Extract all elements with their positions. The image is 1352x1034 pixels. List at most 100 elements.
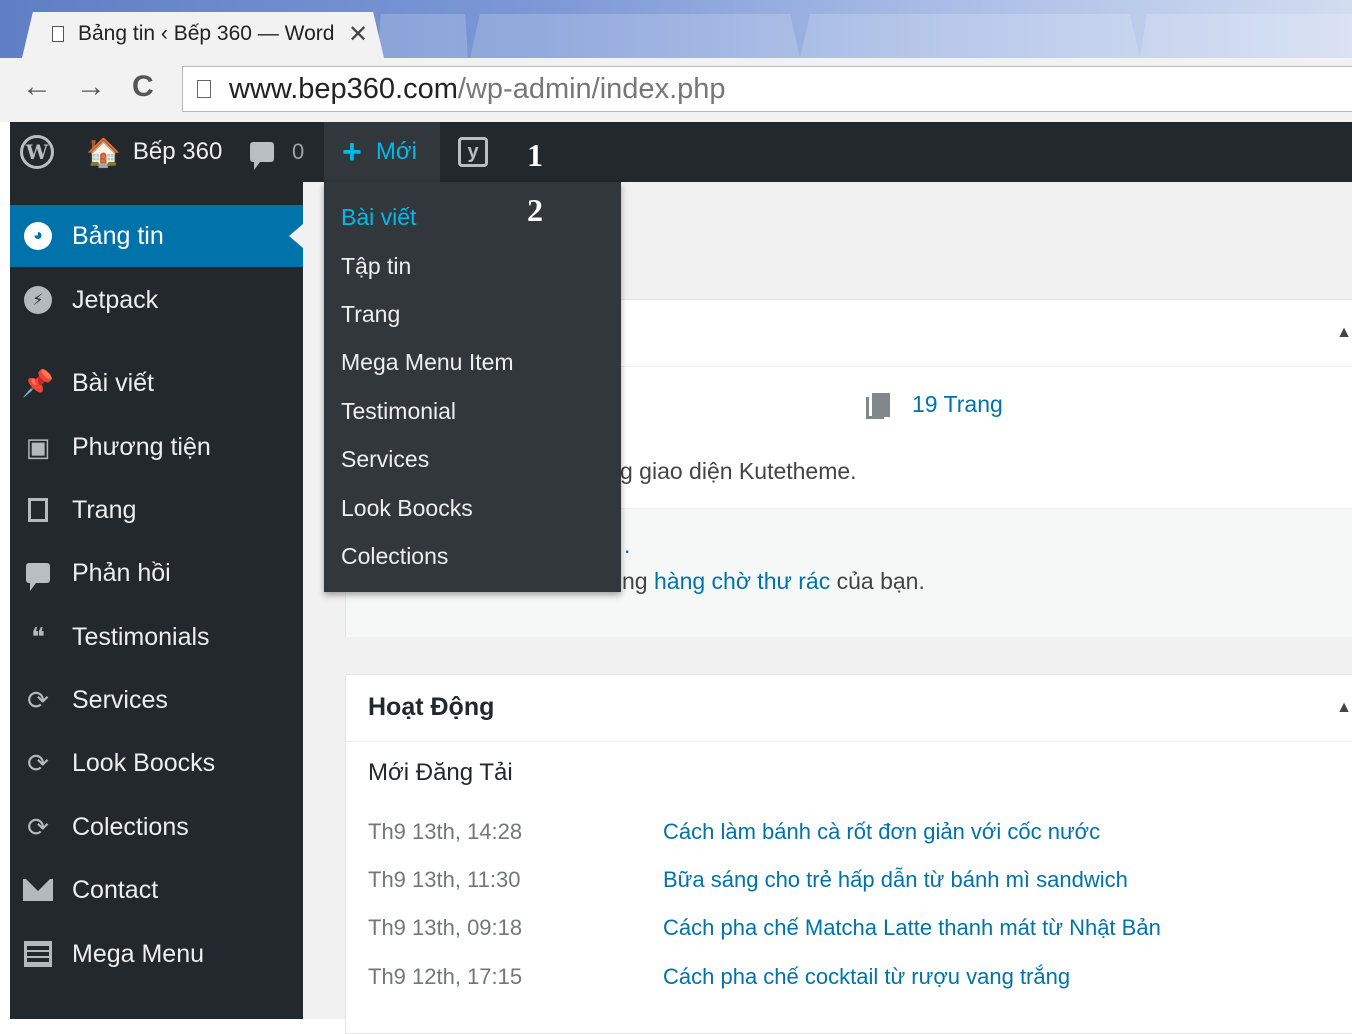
background-tab[interactable] (1140, 14, 1352, 58)
post-link[interactable]: Cách pha chế cocktail từ rượu vang trắng (663, 964, 1070, 990)
sidebar-item-mega-menu[interactable]: Mega Menu (10, 926, 303, 982)
background-tab[interactable] (470, 14, 800, 58)
new-content-button[interactable]: + Mới (324, 122, 440, 182)
active-tab[interactable]: Bảng tin ‹ Bếp 360 — WordPress ✕ (22, 12, 384, 58)
divider (346, 741, 1352, 742)
sidebar-item-label: Bài viết (72, 368, 154, 397)
spam-queue-link[interactable]: hàng chờ thư rác (654, 568, 830, 594)
akismet-link-end[interactable]: . (624, 532, 630, 559)
new-menu-item-look-boocks[interactable]: Look Boocks (341, 495, 473, 522)
reload-icon[interactable]: C (132, 70, 154, 104)
yoast-icon: y (458, 137, 488, 167)
mail-shape (23, 879, 53, 901)
new-menu-item-testimonial[interactable]: Testimonial (341, 398, 456, 425)
post-link[interactable]: Cách làm bánh cà rốt đơn giản với cốc nư… (663, 819, 1100, 845)
site-name: Bếp 360 (132, 138, 223, 165)
tab-title: Bảng tin ‹ Bếp 360 — WordPress (78, 22, 336, 45)
sidebar-item-label: Mega Menu (72, 939, 205, 968)
post-date: Th9 13th, 11:30 (368, 867, 521, 892)
recently-published-title: Mới Đăng Tải (368, 759, 513, 786)
sidebar-item-pages[interactable]: Trang (10, 482, 303, 538)
post-date: Th9 12th, 17:15 (368, 964, 523, 989)
admin-sidebar: ◕ Bảng tin ⚡ Jetpack 📌 Bài viết ▣ Phương… (10, 182, 303, 1019)
post-link[interactable]: Cách pha chế Matcha Latte thanh mát từ N… (663, 915, 1161, 941)
post-link[interactable]: Bữa sáng cho trẻ hấp dẫn từ bánh mì sand… (663, 867, 1128, 893)
site-name-button[interactable]: 🏠 Bếp 360 (86, 122, 222, 182)
wp-admin-bar: W 🏠 Bếp 360 0 + Mới y (10, 122, 1352, 182)
sidebar-item-label: Services (72, 685, 168, 714)
new-menu-item-colections[interactable]: Colections (341, 543, 448, 570)
widget-toggle-icon[interactable]: ▲ (1336, 324, 1352, 342)
sidebar-item-label: Phương tiện (72, 432, 211, 461)
back-arrow-icon[interactable]: ← (22, 70, 52, 104)
close-tab-icon[interactable]: ✕ (348, 20, 368, 49)
wp-logo-button[interactable]: W (20, 122, 54, 182)
sidebar-item-contact[interactable]: Contact (10, 862, 303, 918)
pin-icon: 📌 (21, 367, 55, 398)
url-path: /wp-admin/index.php (457, 73, 726, 105)
sidebar-item-comments[interactable]: Phản hồi (10, 545, 303, 601)
tab-strip: Bảng tin ‹ Bếp 360 — WordPress ✕ (0, 0, 1352, 58)
comment-shape (26, 563, 50, 591)
sidebar-item-label: Contact (72, 875, 159, 904)
address-bar[interactable]: www.bep360.com/wp-admin/index.php (182, 66, 1352, 112)
wordpress-logo-icon: W (20, 135, 54, 169)
new-menu-item-mega-menu-item[interactable]: Mega Menu Item (341, 349, 514, 376)
new-menu-item-services[interactable]: Services (341, 446, 429, 473)
post-date: Th9 13th, 09:18 (368, 915, 523, 940)
sidebar-item-colections[interactable]: ⟳ Colections (10, 799, 303, 855)
background-tab[interactable] (800, 14, 1140, 58)
annotation-number-1: 1 (527, 137, 543, 173)
akismet-info-text: ng hàng chờ thư rác của bạn. (622, 568, 925, 595)
sidebar-item-services[interactable]: ⟳ Services (10, 672, 303, 728)
quote-icon: ❝ (31, 621, 45, 652)
home-icon: 🏠 (86, 136, 121, 168)
media-icon: ▣ (25, 431, 51, 462)
page-icon (52, 26, 64, 42)
comment-count: 0 (292, 139, 305, 164)
new-content-label: Mới (375, 138, 417, 165)
pages-count-link[interactable]: 19 Trang (866, 391, 1003, 419)
comments-button[interactable]: 0 (250, 122, 304, 182)
annotation-number-2: 2 (527, 192, 543, 228)
pages-icon (22, 493, 54, 526)
browser-chrome: Bảng tin ‹ Bếp 360 — WordPress ✕ ← → C w… (0, 0, 1352, 122)
browser-toolbar: ← → C www.bep360.com/wp-admin/index.php (0, 58, 1352, 122)
cycle-icon: ⟳ (27, 747, 49, 778)
activity-title: Hoạt Động (368, 693, 495, 721)
sidebar-item-posts[interactable]: 📌 Bài viết (10, 355, 303, 411)
sidebar-item-label: Look Boocks (72, 748, 216, 777)
sidebar-item-dashboard[interactable]: ◕ Bảng tin (10, 205, 303, 267)
new-menu-item-post[interactable]: Bài viết (341, 204, 416, 231)
url-text: www.bep360.com/wp-admin/index.php (229, 73, 726, 106)
new-tab-button[interactable] (378, 14, 468, 58)
forward-arrow-icon[interactable]: → (76, 70, 106, 104)
sidebar-item-testimonials[interactable]: ❝ Testimonials (10, 609, 303, 665)
akismet-prefix: ng (622, 568, 654, 594)
pages-shape (28, 493, 53, 522)
widget-toggle-icon[interactable]: ▲ (1336, 699, 1352, 717)
new-menu-item-page[interactable]: Trang (341, 301, 400, 328)
cycle-icon: ⟳ (27, 684, 49, 715)
sidebar-item-label: Trang (72, 495, 137, 524)
plus-icon: + (342, 133, 362, 171)
sidebar-item-look-boocks[interactable]: ⟳ Look Boocks (10, 735, 303, 791)
theme-info-text: g giao diện Kutetheme. (620, 458, 857, 484)
sidebar-item-label: Testimonials (72, 622, 210, 651)
sidebar-item-label: Jetpack (72, 285, 159, 314)
new-menu-item-media[interactable]: Tập tin (341, 253, 411, 280)
table-shape (24, 941, 52, 967)
pages-icon (866, 392, 890, 419)
cycle-icon: ⟳ (27, 811, 49, 842)
yoast-seo-button[interactable]: y (458, 122, 488, 182)
dashboard-icon: ◕ (22, 220, 54, 252)
mail-icon (22, 874, 54, 906)
sidebar-item-media[interactable]: ▣ Phương tiện (10, 419, 303, 475)
sidebar-item-jetpack[interactable]: ⚡ Jetpack (10, 272, 303, 328)
sidebar-item-label: Colections (72, 812, 189, 841)
page-info-icon[interactable] (197, 80, 211, 98)
comment-icon (22, 557, 54, 591)
jetpack-icon: ⚡ (22, 284, 54, 316)
sidebar-item-label: Phản hồi (72, 558, 171, 587)
url-host: www.bep360.com (229, 73, 458, 105)
